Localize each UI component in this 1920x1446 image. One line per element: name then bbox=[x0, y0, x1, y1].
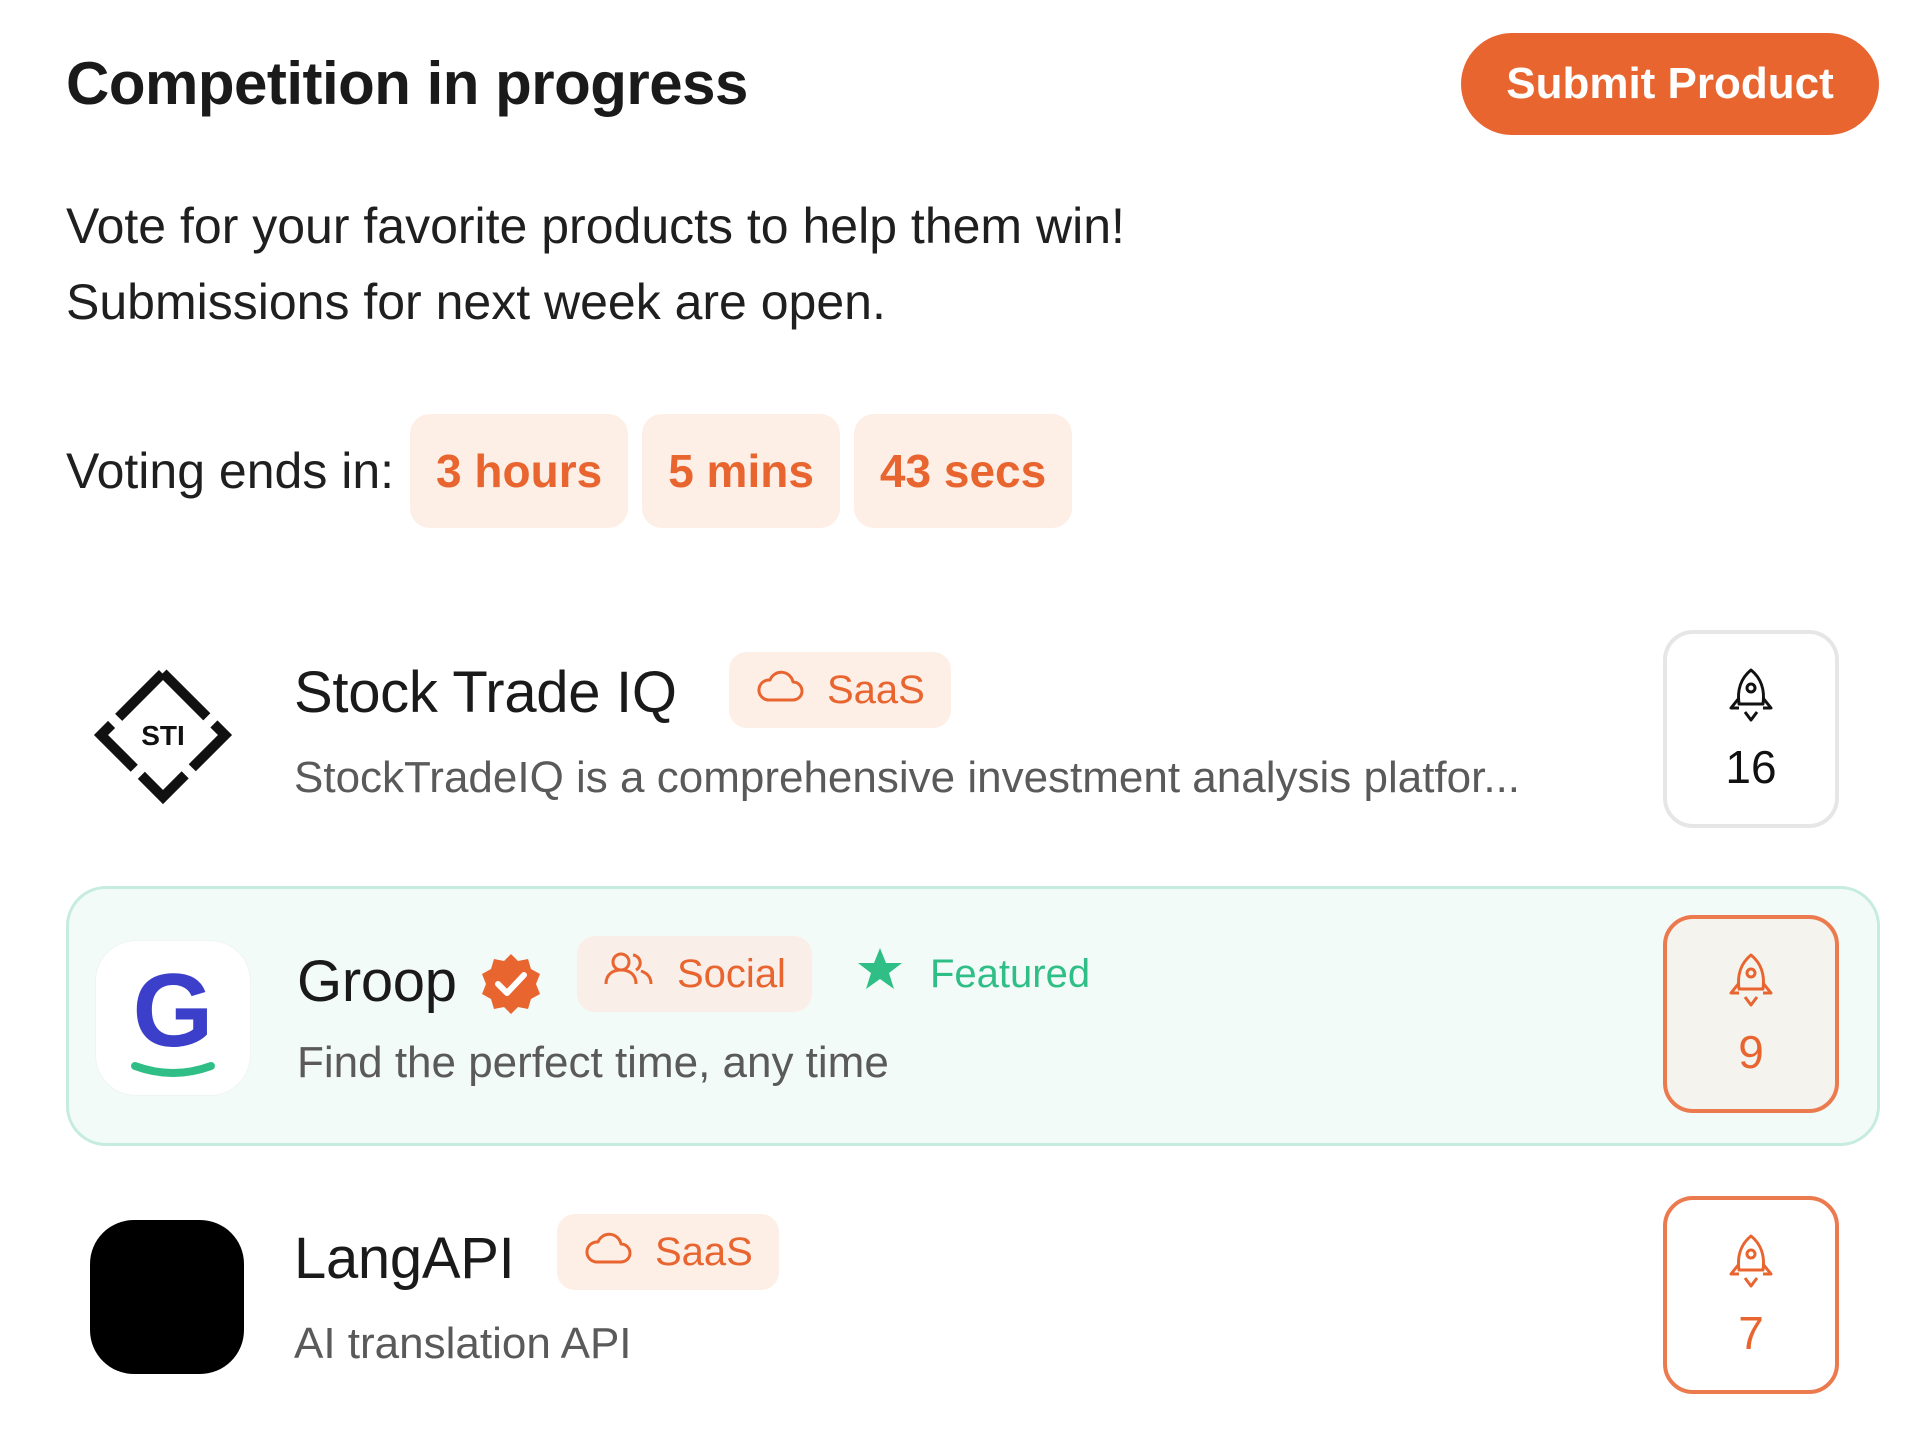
rocket-icon bbox=[1725, 951, 1777, 1009]
category-tag-saas[interactable]: SaaS bbox=[557, 1214, 779, 1290]
product-description: AI translation API bbox=[294, 1319, 632, 1368]
upvote-button[interactable]: 9 bbox=[1663, 915, 1839, 1113]
product-description: StockTradeIQ is a comprehensive investme… bbox=[294, 753, 1521, 802]
rocket-icon bbox=[1725, 666, 1777, 724]
cloud-icon bbox=[583, 1230, 633, 1275]
upvote-button[interactable]: 7 bbox=[1663, 1196, 1839, 1394]
product-card-groop[interactable]: G Groop Social Featured Find the perfect… bbox=[66, 886, 1880, 1146]
intro-text: Vote for your favorite products to help … bbox=[66, 188, 1125, 340]
product-name[interactable]: LangAPI bbox=[294, 1224, 515, 1294]
rocket-icon bbox=[1725, 1232, 1777, 1290]
intro-line-2: Submissions for next week are open. bbox=[66, 274, 886, 330]
submit-product-button[interactable]: Submit Product bbox=[1461, 33, 1879, 135]
voting-countdown: Voting ends in: 3 hours 5 mins 43 secs bbox=[66, 414, 1073, 528]
vote-count: 16 bbox=[1725, 741, 1777, 793]
countdown-hours: 3 hours bbox=[410, 414, 629, 528]
category-label: SaaS bbox=[827, 667, 925, 712]
vote-count: 7 bbox=[1738, 1307, 1764, 1359]
star-icon bbox=[856, 946, 904, 1002]
featured-tag: Featured bbox=[856, 936, 1090, 1012]
groop-logo-letter: G bbox=[133, 953, 214, 1069]
product-logo-sti: STI bbox=[86, 658, 240, 812]
countdown-label: Voting ends in: bbox=[66, 443, 395, 499]
product-card-stock-trade-iq[interactable]: STI Stock Trade IQ SaaS StockTradeIQ is … bbox=[66, 620, 1880, 850]
product-logo-groop: G bbox=[96, 941, 250, 1095]
product-description: Find the perfect time, any time bbox=[297, 1038, 889, 1087]
category-tag-saas[interactable]: SaaS bbox=[729, 652, 951, 728]
category-label: SaaS bbox=[655, 1229, 753, 1274]
verified-badge-icon bbox=[478, 951, 544, 1022]
intro-line-1: Vote for your favorite products to help … bbox=[66, 198, 1125, 254]
product-card-langapi[interactable]: LangAPI SaaS AI translation API 7 bbox=[66, 1190, 1880, 1426]
countdown-secs: 43 secs bbox=[853, 414, 1073, 528]
users-icon bbox=[603, 951, 655, 997]
featured-label: Featured bbox=[930, 951, 1091, 996]
product-logo-langapi bbox=[90, 1220, 244, 1374]
category-tag-social[interactable]: Social bbox=[577, 936, 812, 1012]
page-title: Competition in progress bbox=[66, 50, 748, 117]
countdown-mins: 5 mins bbox=[642, 414, 840, 528]
product-name[interactable]: Stock Trade IQ bbox=[294, 658, 677, 728]
sti-logo-text: STI bbox=[141, 720, 185, 751]
vote-count: 9 bbox=[1738, 1026, 1764, 1078]
category-label: Social bbox=[677, 951, 786, 996]
product-name[interactable]: Groop bbox=[297, 947, 457, 1017]
cloud-icon bbox=[755, 668, 805, 713]
upvote-button[interactable]: 16 bbox=[1663, 630, 1839, 828]
